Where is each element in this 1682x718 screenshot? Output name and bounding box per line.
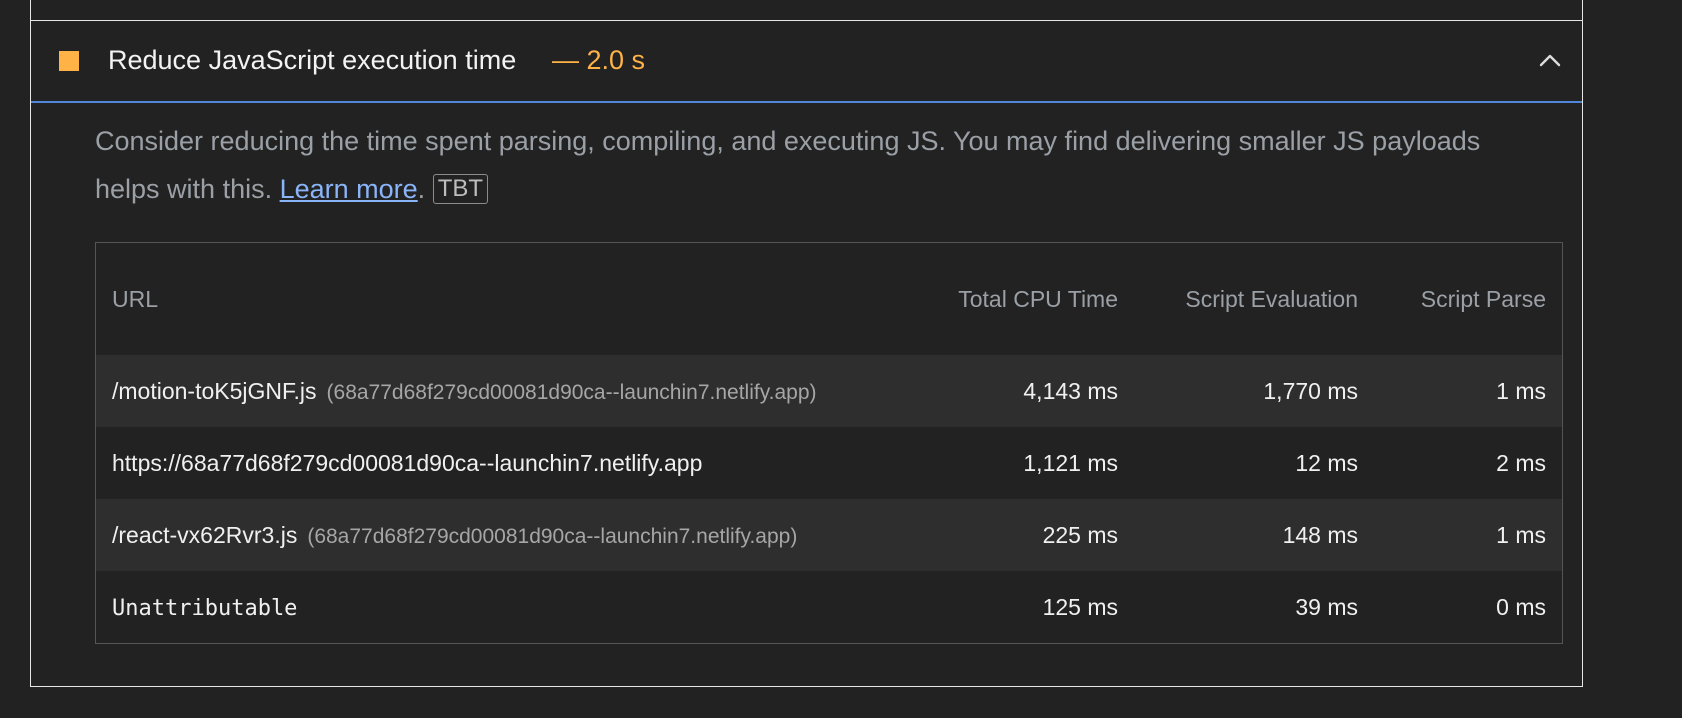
url-path: /motion-toK5jGNF.js	[112, 377, 317, 404]
audit-title: Reduce JavaScript execution time	[108, 45, 517, 75]
audit-header[interactable]: Reduce JavaScript execution time — 2.0 s	[31, 21, 1582, 103]
chevron-up-icon[interactable]	[1536, 47, 1564, 75]
table-header-row: URL Total CPU Time Script Evaluation Scr…	[96, 243, 1562, 355]
script-evaluation-cell: 12 ms	[1134, 427, 1374, 499]
script-evaluation-cell: 39 ms	[1134, 571, 1374, 643]
url-host: (68a77d68f279cd00081d90ca--launchin7.net…	[326, 380, 817, 404]
total-cpu-time-cell: 125 ms	[904, 571, 1134, 643]
table-row: https://68a77d68f279cd00081d90ca--launch…	[96, 427, 1562, 499]
column-header-total-cpu-time: Total CPU Time	[958, 286, 1118, 312]
url-path: /react-vx62Rvr3.js	[112, 521, 298, 548]
column-header-url: URL	[112, 286, 159, 312]
script-parse-cell: 1 ms	[1374, 355, 1562, 427]
audit-display-value: — 2.0 s	[552, 45, 646, 75]
script-evaluation-cell: 148 ms	[1134, 499, 1374, 571]
tbt-badge: TBT	[432, 174, 489, 204]
url-cell: /react-vx62Rvr3.js (68a77d68f279cd00081d9…	[96, 499, 904, 571]
column-header-script-evaluation: Script Evaluation	[1185, 286, 1358, 312]
script-evaluation-cell: 1,770 ms	[1134, 355, 1374, 427]
url-host: (68a77d68f279cd00081d90ca--launchin7.net…	[307, 524, 798, 548]
url-cell: https://68a77d68f279cd00081d90ca--launch…	[96, 427, 904, 499]
total-cpu-time-cell: 225 ms	[904, 499, 1134, 571]
table-row: /react-vx62Rvr3.js (68a77d68f279cd00081d9…	[96, 499, 1562, 571]
average-square-icon	[59, 51, 79, 71]
url-path: Unattributable	[112, 595, 298, 621]
url-cell: Unattributable	[96, 571, 904, 643]
script-parse-cell: 1 ms	[1374, 499, 1562, 571]
script-parse-cell: 0 ms	[1374, 571, 1562, 643]
audit-description: Consider reducing the time spent parsing…	[95, 117, 1535, 213]
details-table: URL Total CPU Time Script Evaluation Scr…	[95, 242, 1563, 644]
total-cpu-time-cell: 1,121 ms	[904, 427, 1134, 499]
audit-card: Reduce JavaScript execution time — 2.0 s…	[30, 0, 1583, 687]
learn-more-link[interactable]: Learn more	[280, 174, 418, 204]
url-cell: /motion-toK5jGNF.js (68a77d68f279cd00081d…	[96, 355, 904, 427]
description-period: .	[417, 174, 426, 204]
script-parse-cell: 2 ms	[1374, 427, 1562, 499]
total-cpu-time-cell: 4,143 ms	[904, 355, 1134, 427]
table-row: Unattributable 125 ms 39 ms 0 ms	[96, 571, 1562, 643]
table-row: /motion-toK5jGNF.js (68a77d68f279cd00081d…	[96, 355, 1562, 427]
url-path: https://68a77d68f279cd00081d90ca--launch…	[112, 449, 703, 476]
column-header-script-parse: Script Parse	[1420, 286, 1546, 312]
